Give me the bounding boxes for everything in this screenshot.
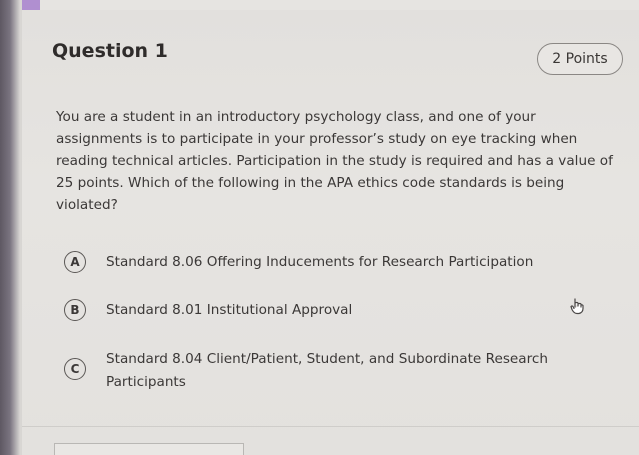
question-title: Question 1	[52, 40, 168, 62]
option-b-text[interactable]: Standard 8.01 Institutional Approval	[106, 299, 556, 322]
points-badge: 2 Points	[537, 43, 623, 75]
question-card: Question 1 2 Points You are a student in…	[22, 10, 639, 455]
option-a-letter[interactable]: A	[64, 251, 86, 273]
option-b-letter[interactable]: B	[64, 299, 86, 321]
option-b[interactable]: B Standard 8.01 Institutional Approval	[64, 299, 556, 322]
option-c-letter[interactable]: C	[64, 358, 86, 380]
option-a[interactable]: A Standard 8.06 Offering Inducements for…	[64, 251, 556, 274]
next-question-box[interactable]	[54, 443, 244, 455]
option-c[interactable]: C Standard 8.04 Client/Patient, Student,…	[64, 348, 556, 394]
divider	[22, 426, 639, 427]
screen: Question 1 2 Points You are a student in…	[0, 0, 639, 455]
hand-pointer-icon	[570, 298, 584, 315]
option-c-text[interactable]: Standard 8.04 Client/Patient, Student, a…	[106, 348, 556, 394]
option-a-text[interactable]: Standard 8.06 Offering Inducements for R…	[106, 251, 556, 274]
question-text: You are a student in an introductory psy…	[56, 109, 613, 213]
